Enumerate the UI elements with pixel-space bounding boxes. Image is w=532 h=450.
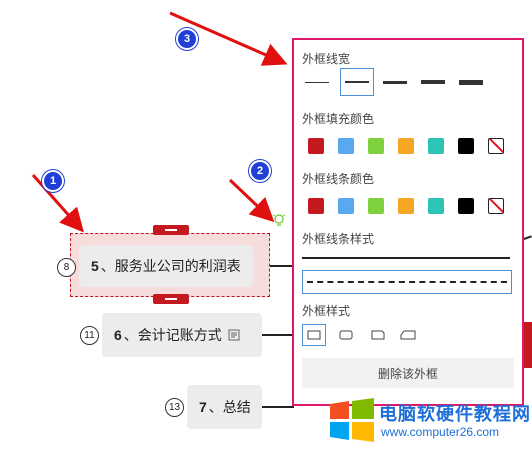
node-index-badge: 8 bbox=[57, 258, 76, 277]
arrow-2 bbox=[228, 178, 275, 223]
shape-rounded[interactable] bbox=[334, 324, 358, 346]
border-width-option-2[interactable] bbox=[340, 68, 374, 96]
badge-2: 2 bbox=[249, 160, 271, 182]
connector-line bbox=[262, 334, 294, 336]
fill-color-none[interactable] bbox=[488, 138, 504, 154]
node-index-badge: 11 bbox=[80, 326, 99, 345]
line-color-red[interactable] bbox=[308, 198, 324, 214]
border-width-option-1[interactable] bbox=[300, 68, 334, 96]
fill-color-blue[interactable] bbox=[338, 138, 354, 154]
shape-rectangle[interactable] bbox=[302, 324, 326, 346]
line-style-solid[interactable] bbox=[302, 257, 510, 259]
fill-color-red[interactable] bbox=[308, 138, 324, 154]
border-width-option-5[interactable] bbox=[454, 68, 488, 96]
mindmap-node-5[interactable]: 5 、服务业公司的利润表 bbox=[79, 245, 253, 287]
badge-3: 3 bbox=[176, 28, 198, 50]
watermark-url: www.computer26.com bbox=[381, 425, 500, 439]
line-color-teal[interactable] bbox=[428, 198, 444, 214]
node-text: 、服务业公司的利润表 bbox=[100, 258, 241, 274]
badge-1: 1 bbox=[42, 170, 64, 192]
line-color-title: 外框线条颜色 bbox=[302, 172, 375, 186]
line-color-blue[interactable] bbox=[338, 198, 354, 214]
border-width-option-3[interactable] bbox=[378, 68, 412, 96]
rounded-rect-shape-icon bbox=[339, 330, 353, 340]
shape-slanted[interactable] bbox=[396, 324, 420, 346]
remove-border-button[interactable]: 删除该外框 bbox=[302, 358, 514, 388]
connector-line bbox=[270, 265, 294, 267]
fill-color-orange[interactable] bbox=[398, 138, 414, 154]
line-color-orange[interactable] bbox=[398, 198, 414, 214]
shape-cut-corner[interactable] bbox=[366, 324, 390, 346]
connector-line bbox=[262, 406, 294, 408]
watermark-title: 电脑软硬件教程网 bbox=[379, 404, 531, 424]
line-color-none[interactable] bbox=[488, 198, 504, 214]
slanted-shape-icon bbox=[400, 330, 416, 340]
border-width-option-4[interactable] bbox=[416, 68, 450, 96]
node-number: 7 bbox=[199, 399, 207, 415]
line-style-title: 外框线条样式 bbox=[302, 232, 375, 246]
fill-color-teal[interactable] bbox=[428, 138, 444, 154]
windows-logo-icon bbox=[330, 398, 374, 442]
node-number: 6 bbox=[114, 327, 122, 343]
border-style-panel: 外框线宽 外框填充颜色 外框线条颜色 外框线条样式 外框样式 删除该外框 bbox=[292, 38, 524, 406]
watermark: 电脑软硬件教程网 www.computer26.com bbox=[327, 398, 532, 446]
line-color-black[interactable] bbox=[458, 198, 474, 214]
mindmap-node-7[interactable]: 7 、总结 bbox=[187, 385, 262, 429]
shape-title: 外框样式 bbox=[302, 304, 351, 318]
node-index-badge: 13 bbox=[165, 398, 184, 417]
note-icon[interactable] bbox=[228, 329, 240, 341]
node-text: 、会计记账方式 bbox=[123, 327, 222, 343]
frame-bottom-handle[interactable] bbox=[153, 294, 189, 304]
line-style-dashed[interactable] bbox=[302, 270, 512, 294]
fill-color-title: 外框填充颜色 bbox=[302, 112, 375, 126]
fill-color-black[interactable] bbox=[458, 138, 474, 154]
node-number: 5 bbox=[91, 258, 99, 274]
line-color-green[interactable] bbox=[368, 198, 384, 214]
lightbulb-icon[interactable] bbox=[272, 213, 286, 229]
rectangle-shape-icon bbox=[307, 330, 321, 340]
fill-color-green[interactable] bbox=[368, 138, 384, 154]
node-text: 、总结 bbox=[208, 399, 251, 415]
cut-corner-shape-icon bbox=[371, 330, 385, 340]
mindmap-node-6[interactable]: 6 、会计记账方式 bbox=[102, 313, 262, 357]
border-width-title: 外框线宽 bbox=[302, 52, 351, 66]
frame-top-handle[interactable] bbox=[153, 225, 189, 235]
